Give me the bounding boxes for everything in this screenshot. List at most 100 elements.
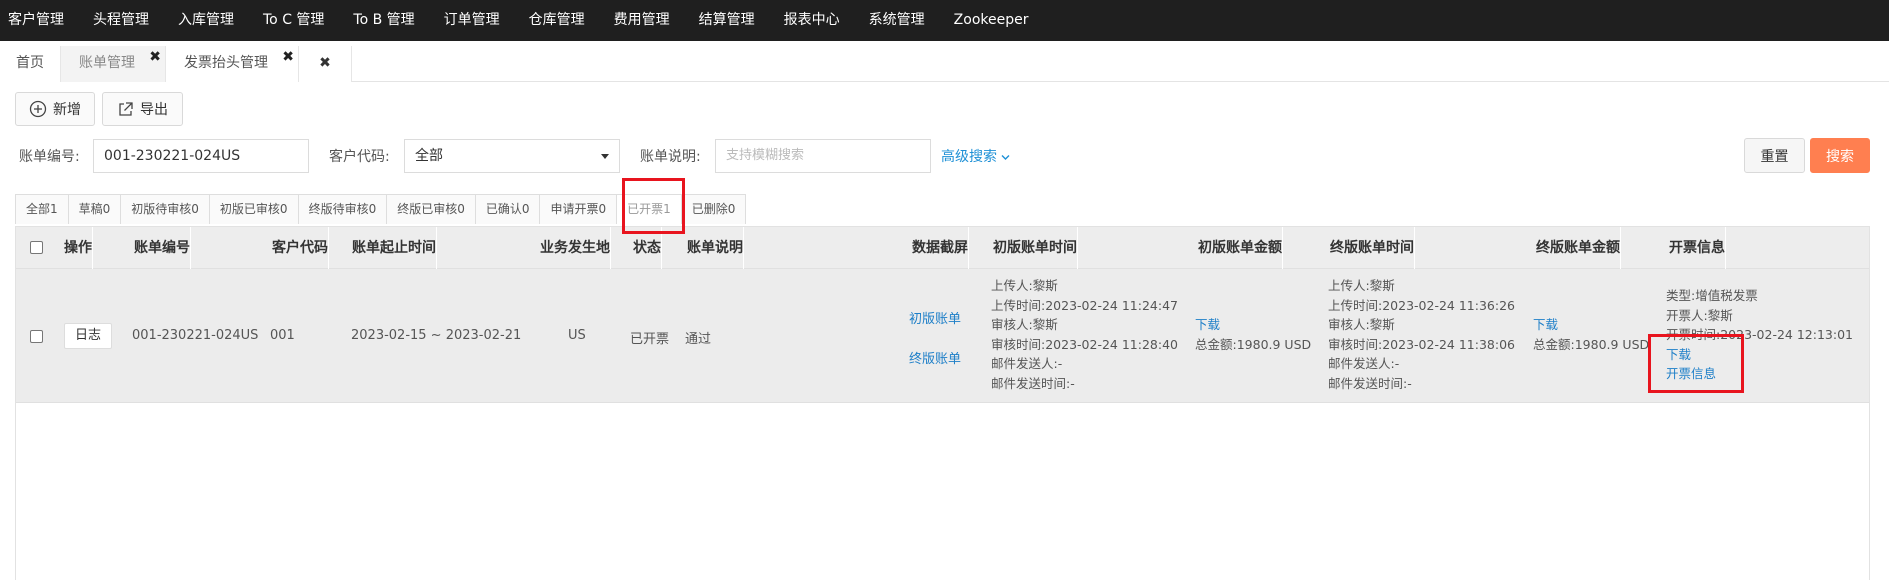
status-tab-all[interactable]: 全部1 bbox=[15, 194, 69, 224]
tab-home-label: 首页 bbox=[16, 55, 44, 71]
status-tab-confirmed[interactable]: 已确认0 bbox=[474, 194, 541, 224]
final-mail-sender: 邮件发送人:- bbox=[1328, 356, 1400, 371]
nav-report-center[interactable]: 报表中心 bbox=[776, 0, 854, 41]
bill-table: 操作 账单编号 客户代码 账单起止时间 业务发生地 状态 账单说明 数据截屏 初… bbox=[15, 226, 1870, 580]
invoice-time: 开票时间:2023-02-24 12:13:01 bbox=[1666, 327, 1853, 342]
column-header-period: 账单起止时间 bbox=[352, 227, 437, 269]
column-header-place: 业务发生地 bbox=[540, 227, 611, 269]
status-tab-final-pending[interactable]: 终版待审核0 bbox=[297, 194, 388, 224]
invoice-info-link[interactable]: 开票信息 bbox=[1666, 364, 1853, 384]
plus-circle-icon bbox=[29, 100, 47, 118]
export-button[interactable]: 导出 bbox=[102, 92, 183, 126]
first-amount-cell: 下载 总金额:1980.9 USD bbox=[1195, 315, 1311, 354]
tab-invoice-header-management[interactable]: 发票抬头管理 ✖ bbox=[166, 46, 299, 82]
final-reviewer: 审核人:黎斯 bbox=[1328, 317, 1395, 332]
final-uploader: 上传人:黎斯 bbox=[1328, 278, 1395, 293]
customer-code-select[interactable]: 全部 bbox=[404, 139, 620, 173]
invoice-info-cell: 类型:增值税发票 开票人:黎斯 开票时间:2023-02-24 12:13:01… bbox=[1666, 286, 1853, 384]
column-header-final-amount: 终版账单金额 bbox=[1536, 227, 1621, 269]
final-review-time: 审核时间:2023-02-24 11:38:06 bbox=[1328, 336, 1515, 352]
status-tab-draft[interactable]: 草稿0 bbox=[67, 194, 122, 224]
final-upload-time: 上传时间:2023-02-24 11:36:26 bbox=[1328, 297, 1515, 313]
column-header-op: 操作 bbox=[64, 227, 93, 269]
nav-toc-management[interactable]: To C 管理 bbox=[255, 0, 338, 41]
first-upload-time: 上传时间:2023-02-24 11:24:47 bbox=[991, 297, 1178, 313]
customer-code-value: 全部 bbox=[415, 148, 443, 164]
first-review-time: 审核时间:2023-02-24 11:28:40 bbox=[991, 336, 1178, 352]
place-cell: US bbox=[568, 328, 586, 343]
add-button-label: 新增 bbox=[53, 102, 81, 118]
add-button[interactable]: 新增 bbox=[15, 92, 95, 126]
column-header-first-time: 初版账单时间 bbox=[993, 227, 1078, 269]
status-tab-final-approved[interactable]: 终版已审核0 bbox=[386, 194, 476, 224]
export-button-label: 导出 bbox=[140, 102, 168, 118]
chevron-down-icon bbox=[601, 154, 609, 159]
status-tab-first-approved[interactable]: 初版已审核0 bbox=[208, 194, 299, 224]
customer-code-label: 客户代码: bbox=[329, 149, 390, 165]
customer-cell: 001 bbox=[270, 328, 295, 343]
first-total-amount: 总金额:1980.9 USD bbox=[1195, 336, 1312, 352]
final-amount-cell: 下载 总金额:1980.9 USD bbox=[1533, 315, 1649, 354]
bill-no-input[interactable]: 001-230221-024US bbox=[93, 139, 309, 173]
column-header-snapshot: 数据截屏 bbox=[912, 227, 969, 269]
nav-tob-management[interactable]: To B 管理 bbox=[345, 0, 428, 41]
nav-warehouse-management[interactable]: 仓库管理 bbox=[521, 0, 599, 41]
select-all-checkbox[interactable] bbox=[30, 241, 43, 254]
first-reviewer: 审核人:黎斯 bbox=[991, 317, 1058, 332]
advanced-search-label: 高级搜索 bbox=[941, 149, 997, 165]
status-tab-invoiced[interactable]: 已开票1 bbox=[616, 194, 682, 224]
first-download-link[interactable]: 下载 bbox=[1195, 315, 1311, 335]
tab-invoice-header-label: 发票抬头管理 bbox=[184, 55, 268, 71]
nav-first-leg-management[interactable]: 头程管理 bbox=[85, 0, 163, 41]
nav-customer-management[interactable]: 客户管理 bbox=[0, 0, 78, 41]
close-all-tabs-button[interactable]: ✖ bbox=[299, 46, 352, 82]
first-bill-snapshot-link[interactable]: 初版账单 bbox=[909, 308, 961, 327]
close-icon[interactable]: ✖ bbox=[149, 40, 161, 74]
column-header-desc: 账单说明 bbox=[687, 227, 744, 269]
table-row: 日志 001-230221-024US 001 2023-02-15 ~ 202… bbox=[16, 269, 1869, 403]
first-mail-time: 邮件发送时间:- bbox=[991, 375, 1075, 391]
nav-zookeeper[interactable]: Zookeeper bbox=[946, 0, 1043, 41]
bill-desc-input[interactable]: 支持模糊搜索 bbox=[715, 139, 931, 173]
final-download-link[interactable]: 下载 bbox=[1533, 315, 1649, 335]
column-header-status: 状态 bbox=[633, 227, 662, 269]
search-button[interactable]: 搜索 bbox=[1810, 138, 1870, 173]
nav-settlement-management[interactable]: 结算管理 bbox=[691, 0, 769, 41]
close-icon: ✖ bbox=[319, 55, 331, 71]
chevron-down-icon bbox=[1001, 154, 1010, 160]
reset-button[interactable]: 重置 bbox=[1744, 138, 1805, 173]
close-icon[interactable]: ✖ bbox=[282, 40, 294, 74]
tab-home[interactable]: 首页 bbox=[0, 46, 61, 82]
final-bill-snapshot-link[interactable]: 终版账单 bbox=[909, 348, 961, 367]
final-total-amount: 总金额:1980.9 USD bbox=[1533, 336, 1650, 352]
top-navigation: 客户管理 头程管理 入库管理 To C 管理 To B 管理 订单管理 仓库管理… bbox=[0, 0, 1889, 41]
row-checkbox[interactable] bbox=[30, 330, 43, 343]
first-bill-time-cell: 上传人:黎斯 上传时间:2023-02-24 11:24:47 审核人:黎斯 审… bbox=[991, 276, 1178, 393]
column-header-final-time: 终版账单时间 bbox=[1330, 227, 1415, 269]
page-tab-bar: 首页 账单管理 ✖ 发票抬头管理 ✖ ✖ bbox=[0, 46, 1889, 82]
desc-cell: 通过 bbox=[685, 332, 712, 347]
first-uploader: 上传人:黎斯 bbox=[991, 278, 1058, 293]
advanced-search-link[interactable]: 高级搜索 bbox=[941, 146, 1010, 166]
nav-fee-management[interactable]: 费用管理 bbox=[606, 0, 684, 41]
column-header-bill-no: 账单编号 bbox=[134, 227, 191, 269]
column-header-first-amount: 初版账单金额 bbox=[1198, 227, 1283, 269]
final-bill-time-cell: 上传人:黎斯 上传时间:2023-02-24 11:36:26 审核人:黎斯 审… bbox=[1328, 276, 1515, 393]
log-button[interactable]: 日志 bbox=[64, 323, 112, 349]
nav-order-management[interactable]: 订单管理 bbox=[436, 0, 514, 41]
status-tab-deleted[interactable]: 已删除0 bbox=[680, 194, 747, 224]
column-header-invoice: 开票信息 bbox=[1669, 227, 1726, 269]
nav-system-management[interactable]: 系统管理 bbox=[861, 0, 939, 41]
bill-desc-label: 账单说明: bbox=[640, 149, 701, 165]
column-header-customer: 客户代码 bbox=[272, 227, 329, 269]
nav-inbound-management[interactable]: 入库管理 bbox=[170, 0, 248, 41]
status-tab-invoice-requested[interactable]: 申请开票0 bbox=[539, 194, 618, 224]
period-cell: 2023-02-15 ~ 2023-02-21 bbox=[351, 328, 522, 343]
status-tab-first-pending[interactable]: 初版待审核0 bbox=[120, 194, 210, 224]
invoice-person: 开票人:黎斯 bbox=[1666, 307, 1733, 323]
tab-bill-management[interactable]: 账单管理 ✖ bbox=[61, 46, 166, 82]
bill-no-cell: 001-230221-024US bbox=[132, 328, 259, 343]
export-icon bbox=[119, 101, 133, 116]
invoice-type: 类型:增值税发票 bbox=[1666, 288, 1758, 303]
invoice-download-link[interactable]: 下载 bbox=[1666, 345, 1853, 365]
